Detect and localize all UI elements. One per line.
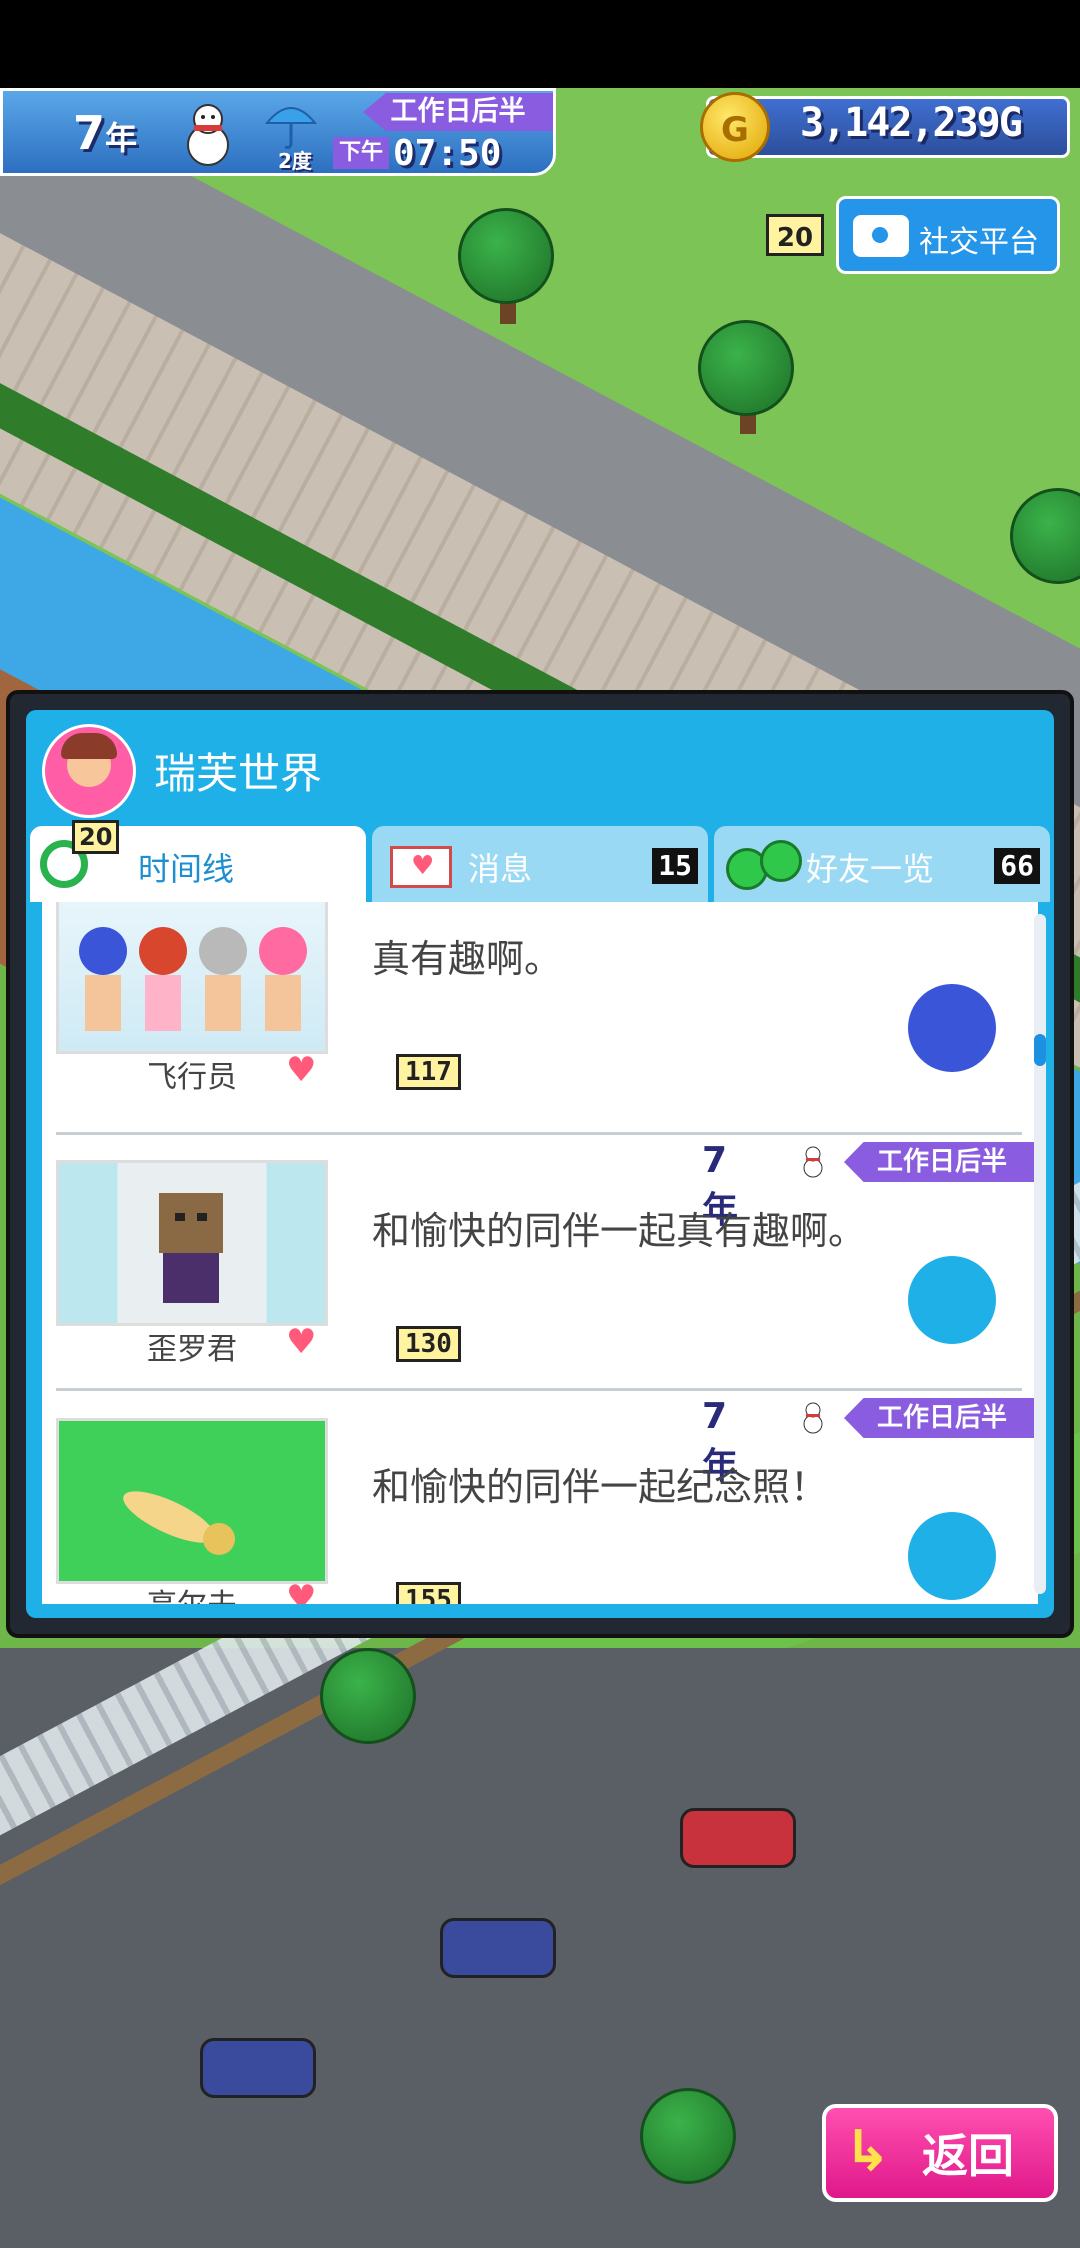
tree-icon bbox=[458, 208, 554, 304]
friend-avatar[interactable] bbox=[908, 1256, 996, 1344]
blue-car-icon bbox=[200, 2038, 316, 2098]
tab-friends[interactable]: 好友一览 66 bbox=[714, 826, 1050, 902]
mail-icon bbox=[390, 846, 452, 888]
red-car-icon bbox=[680, 1808, 796, 1868]
tab-label: 消息 bbox=[468, 850, 533, 888]
golfer-image bbox=[123, 1491, 235, 1555]
post-photo[interactable] bbox=[56, 902, 328, 1054]
blue-car-icon bbox=[440, 1918, 556, 1978]
panel-body: 瑞芙世界 20 时间线 消息 15 好友一览 66 bbox=[26, 710, 1054, 1618]
post-message: 真有趣啊。 bbox=[372, 937, 563, 981]
friends-icon bbox=[726, 840, 802, 890]
heart-icon[interactable]: ♥ bbox=[286, 1578, 316, 1604]
social-platform-button[interactable]: 社交平台 bbox=[836, 196, 1060, 274]
tab-label: 时间线 bbox=[138, 850, 235, 888]
friend-avatar[interactable] bbox=[908, 984, 996, 1072]
back-arrow-icon: ↳ bbox=[844, 2119, 891, 2184]
character-image bbox=[159, 1193, 223, 1303]
tab-timeline[interactable]: 20 时间线 bbox=[30, 820, 366, 902]
heart-icon[interactable]: ♥ bbox=[286, 1050, 316, 1090]
date-time-hud: 7年 2度 工作日后半 下午 07:50 bbox=[0, 88, 556, 176]
timeline-badge: 20 bbox=[72, 820, 120, 854]
user-name: 瑞芙世界 bbox=[154, 749, 323, 798]
ampm-label: 下午 bbox=[333, 137, 390, 169]
social-label: 社交平台 bbox=[919, 225, 1039, 260]
list-item[interactable]: 飞行员 ♥ 117 真有趣啊。 bbox=[42, 902, 1022, 1132]
like-count: 117 bbox=[396, 1054, 461, 1090]
camera-icon bbox=[853, 215, 909, 257]
scroll-thumb[interactable] bbox=[1034, 1034, 1046, 1066]
post-message: 和愉快的同伴一起纪念照！ bbox=[372, 1465, 829, 1509]
clock-time: 07:50 bbox=[393, 133, 502, 174]
like-count: 155 bbox=[396, 1582, 461, 1604]
tree-icon bbox=[320, 1648, 416, 1744]
swimmers-image bbox=[79, 927, 307, 1031]
year-display: 7年 bbox=[73, 106, 138, 160]
post-message: 和愉快的同伴一起真有趣啊。 bbox=[372, 1209, 867, 1253]
tab-label: 好友一览 bbox=[806, 850, 935, 888]
umbrella-icon bbox=[264, 107, 318, 149]
list-item[interactable]: 歪罗君 ♥ 130 和愉快的同伴一起真有趣啊。 bbox=[42, 1132, 1022, 1390]
tree-icon bbox=[640, 2088, 736, 2184]
snowman-icon bbox=[187, 104, 229, 166]
post-photo[interactable] bbox=[56, 1418, 328, 1584]
back-label: 返回 bbox=[922, 2129, 1014, 2183]
heart-icon[interactable]: ♥ bbox=[286, 1322, 316, 1362]
timeline-list[interactable]: 飞行员 ♥ 117 真有趣啊。 7年 工作日后半 歪罗君 ♥ 130 和愉快的同… bbox=[42, 902, 1038, 1604]
like-count: 130 bbox=[396, 1326, 461, 1362]
weather-value: 2度 bbox=[278, 149, 312, 173]
tree-icon bbox=[698, 320, 794, 416]
post-photo[interactable] bbox=[56, 1160, 328, 1326]
social-panel: 瑞芙世界 20 时间线 消息 15 好友一览 66 bbox=[6, 690, 1074, 1638]
coin-icon: G bbox=[700, 92, 770, 162]
avatar bbox=[42, 724, 136, 818]
period-label: 工作日后半 bbox=[363, 93, 553, 131]
friend-avatar[interactable] bbox=[908, 1512, 996, 1600]
back-button[interactable]: ↳ 返回 bbox=[822, 2104, 1058, 2202]
list-item[interactable]: 高尔夫 ♥ 155 和愉快的同伴一起纪念照！ bbox=[42, 1388, 1022, 1604]
friends-count: 66 bbox=[994, 848, 1040, 884]
messages-count: 15 bbox=[652, 848, 698, 884]
money-amount: 3,142,239G bbox=[800, 100, 1023, 146]
scrollbar[interactable] bbox=[1034, 914, 1046, 1594]
tab-messages[interactable]: 消息 15 bbox=[372, 826, 708, 902]
social-badge: 20 bbox=[766, 214, 824, 256]
